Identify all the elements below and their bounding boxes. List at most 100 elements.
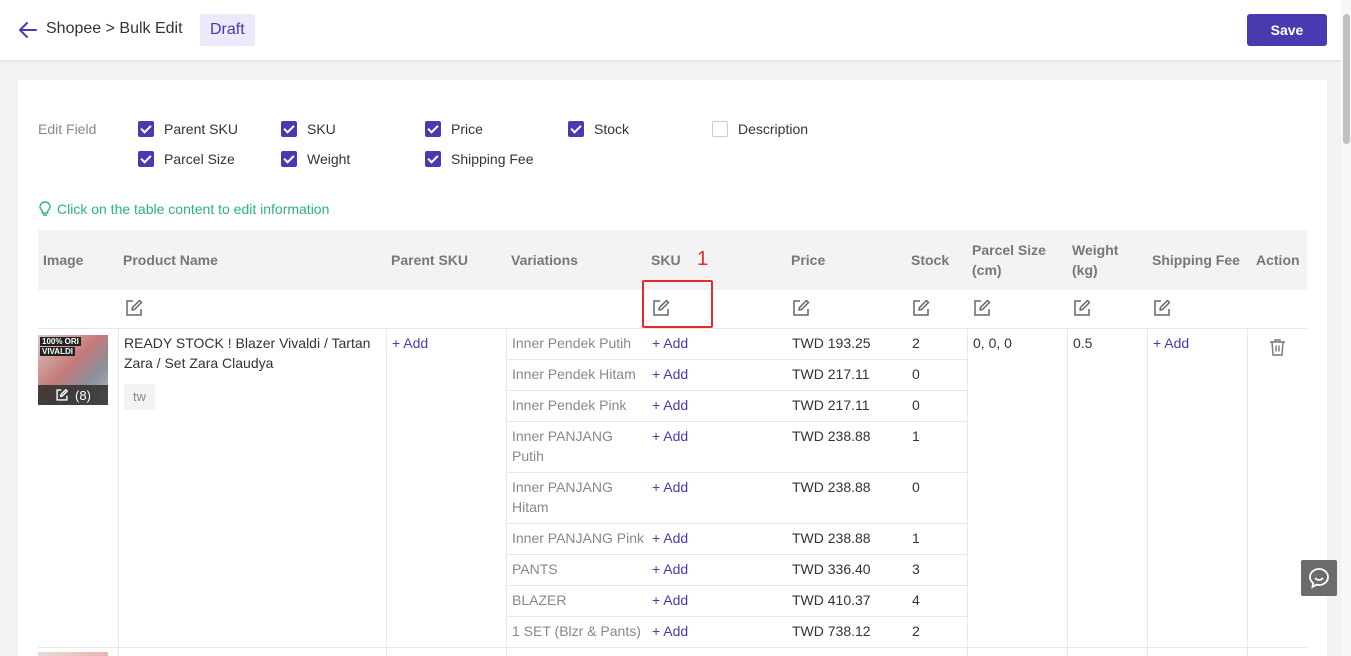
checkbox-parent-sku[interactable]: Parent SKU bbox=[138, 119, 238, 139]
arrow-left-icon[interactable] bbox=[16, 18, 40, 42]
stock-value[interactable]: 2 bbox=[912, 621, 920, 641]
image-text: 100% ORI bbox=[40, 337, 81, 346]
price-value[interactable]: TWD 238.88 bbox=[792, 477, 871, 497]
price-value[interactable]: TWD 238.88 bbox=[792, 528, 871, 548]
save-button[interactable]: Save bbox=[1247, 14, 1327, 46]
checkbox-sku[interactable]: SKU bbox=[281, 119, 336, 139]
tip-text: Click on the table content to edit infor… bbox=[57, 201, 330, 217]
column-header-stock: Stock bbox=[911, 252, 950, 268]
checkbox-stock[interactable]: Stock bbox=[568, 119, 629, 139]
image-count: (8) bbox=[75, 387, 91, 403]
sku-add-link[interactable]: + Add bbox=[652, 364, 688, 384]
column-header-parcel-size-unit: (cm) bbox=[972, 262, 1002, 278]
checkbox-shipping-fee[interactable]: Shipping Fee bbox=[425, 149, 534, 169]
scrollbar[interactable] bbox=[1341, 0, 1351, 656]
row-divider bbox=[506, 472, 967, 473]
parent-sku-add-link[interactable]: + Add bbox=[392, 333, 428, 353]
column-divider bbox=[1067, 329, 1068, 656]
stock-value[interactable]: 4 bbox=[912, 590, 920, 610]
weight-value[interactable]: 0.5 bbox=[1073, 333, 1092, 353]
checkbox-label: Price bbox=[451, 121, 483, 137]
image-edit-bar[interactable]: (8) bbox=[38, 385, 108, 405]
column-header-sku: SKU bbox=[651, 252, 681, 268]
price-value[interactable]: TWD 217.11 bbox=[792, 364, 870, 384]
checkbox-icon bbox=[712, 121, 728, 137]
checkbox-icon bbox=[281, 121, 297, 137]
price-value[interactable]: TWD 217.11 bbox=[792, 395, 870, 415]
annotation-marker: 1 bbox=[697, 248, 709, 270]
checkbox-weight[interactable]: Weight bbox=[281, 149, 350, 169]
stock-value[interactable]: 0 bbox=[912, 364, 920, 384]
row-divider bbox=[506, 523, 967, 524]
sku-add-link[interactable]: + Add bbox=[652, 395, 688, 415]
column-header-weight: Weight bbox=[1072, 242, 1119, 258]
column-divider bbox=[1147, 329, 1148, 656]
stock-value[interactable]: 3 bbox=[912, 559, 920, 579]
stock-value[interactable]: 0 bbox=[912, 395, 920, 415]
checkbox-label: Parent SKU bbox=[164, 121, 238, 137]
edit-icon-stock[interactable] bbox=[911, 298, 931, 318]
row-divider bbox=[506, 616, 967, 617]
sku-add-link[interactable]: + Add bbox=[652, 590, 688, 610]
edit-tip: Click on the table content to edit infor… bbox=[38, 201, 329, 217]
sku-add-link[interactable]: + Add bbox=[652, 477, 688, 497]
parcel-size-value[interactable]: 0, 0, 0 bbox=[973, 333, 1012, 353]
variation-name: Inner Pendek Hitam bbox=[512, 366, 636, 382]
stock-value[interactable]: 1 bbox=[912, 528, 920, 548]
column-divider bbox=[118, 329, 119, 656]
price-value[interactable]: TWD 193.25 bbox=[792, 333, 871, 353]
stock-value[interactable]: 1 bbox=[912, 426, 920, 446]
checkbox-price[interactable]: Price bbox=[425, 119, 483, 139]
sku-add-link[interactable]: + Add bbox=[652, 559, 688, 579]
column-divider bbox=[967, 329, 968, 656]
column-header-shipping-fee: Shipping Fee bbox=[1152, 252, 1240, 268]
column-divider bbox=[506, 329, 507, 656]
checkbox-parcel-size[interactable]: Parcel Size bbox=[138, 149, 235, 169]
row-divider bbox=[506, 359, 967, 360]
edit-icon bbox=[56, 389, 68, 401]
checkbox-label: Description bbox=[738, 121, 809, 137]
sku-add-link[interactable]: + Add bbox=[652, 621, 688, 641]
checkbox-icon bbox=[425, 121, 441, 137]
product-image[interactable]: 100% ORI VIVALDI (8) bbox=[38, 335, 108, 405]
product-name-continued[interactable]: Zara / Set Zara Claudya bbox=[124, 353, 273, 373]
edit-icon-weight[interactable] bbox=[1072, 298, 1092, 318]
chat-button[interactable] bbox=[1301, 560, 1337, 596]
variation-name: PANTS bbox=[512, 561, 558, 577]
variation-name: Inner PANJANG bbox=[512, 428, 613, 444]
sku-add-link[interactable]: + Add bbox=[652, 333, 688, 353]
price-value[interactable]: TWD 238.88 bbox=[792, 426, 871, 446]
product-name[interactable]: READY STOCK ! Blazer Vivaldi / Tartan bbox=[124, 333, 370, 353]
top-bar: Shopee > Bulk Edit Draft Save bbox=[0, 0, 1351, 60]
checkbox-icon bbox=[568, 121, 584, 137]
status-badge: Draft bbox=[200, 14, 255, 46]
edit-icon-price[interactable] bbox=[791, 298, 811, 318]
row-divider bbox=[506, 421, 967, 422]
image-text: VIVALDI bbox=[40, 347, 75, 356]
stock-value[interactable]: 2 bbox=[912, 333, 920, 353]
edit-icon-product-name[interactable] bbox=[124, 298, 144, 318]
price-value[interactable]: TWD 336.40 bbox=[792, 559, 871, 579]
column-header-weight-unit: (kg) bbox=[1072, 262, 1098, 278]
edit-icon-parcel-size[interactable] bbox=[972, 298, 992, 318]
checkbox-label: Parcel Size bbox=[164, 151, 235, 167]
edit-icon-shipping-fee[interactable] bbox=[1152, 298, 1172, 318]
variation-name: Inner Pendek Pink bbox=[512, 397, 627, 413]
checkbox-description[interactable]: Description bbox=[712, 119, 808, 139]
trash-icon[interactable] bbox=[1269, 338, 1286, 356]
scrollbar-thumb[interactable] bbox=[1343, 14, 1350, 144]
stock-value[interactable]: 0 bbox=[912, 477, 920, 497]
sku-add-link[interactable]: + Add bbox=[652, 426, 688, 446]
column-header-price: Price bbox=[791, 252, 826, 268]
row-divider bbox=[506, 585, 967, 586]
row-divider bbox=[506, 390, 967, 391]
variation-name: Inner Pendek Putih bbox=[512, 335, 632, 351]
shipping-fee-add-link[interactable]: + Add bbox=[1153, 333, 1189, 353]
column-header-variations: Variations bbox=[511, 252, 578, 268]
price-value[interactable]: TWD 410.37 bbox=[792, 590, 871, 610]
price-value[interactable]: TWD 738.12 bbox=[792, 621, 871, 641]
checkbox-label: SKU bbox=[307, 121, 336, 137]
sku-add-link[interactable]: + Add bbox=[652, 528, 688, 548]
column-header-action: Action bbox=[1256, 252, 1300, 268]
checkbox-icon bbox=[138, 151, 154, 167]
